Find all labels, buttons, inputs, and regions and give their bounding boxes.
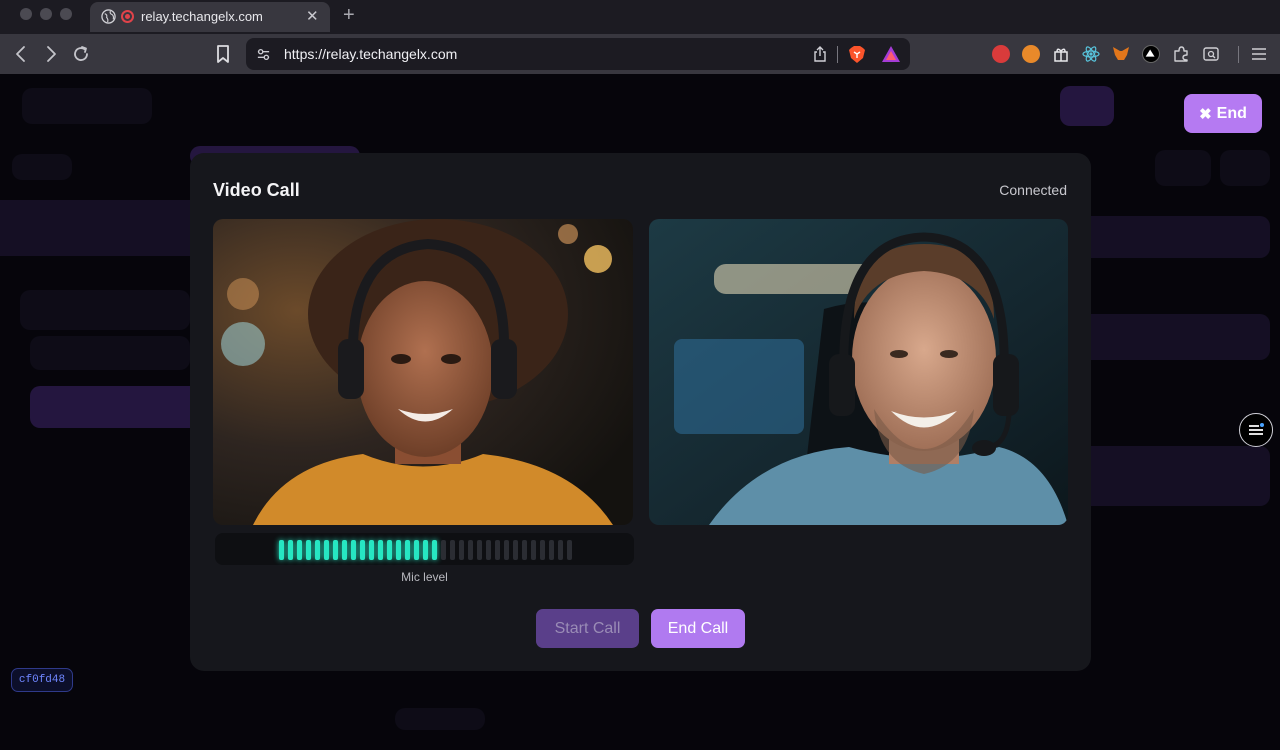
red-extension-icon[interactable] <box>992 45 1010 63</box>
list-icon <box>1249 423 1264 435</box>
local-video-feed <box>213 219 633 525</box>
page-content: ✖ End cf0fd48 Video Call Connected Mic l… <box>0 74 1280 750</box>
mic-level-segment-active <box>288 540 293 560</box>
address-bar[interactable]: https://relay.techangelx.com <box>246 38 910 70</box>
end-session-button[interactable]: ✖ End <box>1184 94 1262 133</box>
mic-level-segment <box>459 540 464 560</box>
background-footer-text <box>395 708 485 730</box>
mic-level-segment <box>450 540 455 560</box>
mic-level-segment <box>540 540 545 560</box>
forward-icon[interactable] <box>39 42 63 66</box>
url-text: https://relay.techangelx.com <box>284 46 458 62</box>
mic-level-segment-active <box>333 540 338 560</box>
mic-level-segment <box>513 540 518 560</box>
mic-level-segment-active <box>405 540 410 560</box>
mic-level-segment-active <box>387 540 392 560</box>
background-input <box>30 336 190 370</box>
start-call-button[interactable]: Start Call <box>536 609 639 648</box>
end-session-label: End <box>1216 104 1247 122</box>
share-icon[interactable] <box>812 45 828 63</box>
background-icon-button <box>1155 150 1211 186</box>
mic-level-label: Mic level <box>401 570 448 584</box>
mic-level-segment-active <box>423 540 428 560</box>
mic-level-segment <box>531 540 536 560</box>
remote-video-feed <box>649 219 1068 525</box>
background-bar <box>1080 446 1270 506</box>
mic-level-segment <box>477 540 482 560</box>
window-minimize-button[interactable] <box>40 8 52 20</box>
tab-close-icon[interactable]: ✕ <box>306 7 319 25</box>
background-button <box>30 386 200 428</box>
modal-title: Video Call <box>213 180 300 200</box>
mic-level-segment-active <box>369 540 374 560</box>
background-heading <box>12 154 72 180</box>
mic-level-segment-active <box>414 540 419 560</box>
side-menu-button[interactable] <box>1239 413 1273 447</box>
background-label <box>20 290 190 330</box>
window-close-button[interactable] <box>20 8 32 20</box>
end-call-button[interactable]: End Call <box>651 609 745 648</box>
globe-icon <box>101 9 116 24</box>
metamask-fox-icon[interactable] <box>1112 45 1130 63</box>
mic-level-segment <box>567 540 572 560</box>
background-list-item <box>0 200 200 256</box>
reload-icon[interactable] <box>69 42 93 66</box>
local-video <box>213 219 633 525</box>
mic-level-segment <box>504 540 509 560</box>
app-logo <box>22 88 152 124</box>
mic-level-segment-active <box>297 540 302 560</box>
puzzle-extensions-icon[interactable] <box>1172 45 1190 63</box>
mic-level-segment-active <box>396 540 401 560</box>
mic-level-segment-active <box>279 540 284 560</box>
background-bar <box>1080 216 1270 258</box>
brave-shields-icon[interactable] <box>848 45 866 64</box>
mic-level-segment <box>441 540 446 560</box>
tab-title: relay.techangelx.com <box>141 9 263 24</box>
bookmark-icon[interactable] <box>211 42 235 66</box>
new-tab-button[interactable]: + <box>343 4 355 27</box>
commit-hash-badge: cf0fd48 <box>11 668 73 692</box>
video-call-modal: Video Call Connected Mic level Start Cal… <box>190 153 1091 671</box>
mic-level-segment-active <box>342 540 347 560</box>
mic-level-segment-active <box>432 540 437 560</box>
mic-level-segment-active <box>306 540 311 560</box>
mic-level-segment <box>468 540 473 560</box>
window-zoom-button[interactable] <box>60 8 72 20</box>
reader-view-icon[interactable] <box>1202 45 1220 63</box>
mic-level-meter <box>215 533 634 565</box>
react-devtools-icon[interactable] <box>1082 45 1100 63</box>
gift-extension-icon[interactable] <box>1052 45 1070 63</box>
mic-level-segment <box>495 540 500 560</box>
mic-level-segment <box>522 540 527 560</box>
brave-rewards-icon[interactable] <box>881 45 901 63</box>
background-bar <box>1080 314 1270 360</box>
remote-video <box>649 219 1068 525</box>
mic-level-segment-active <box>324 540 329 560</box>
orange-extension-icon[interactable] <box>1022 45 1040 63</box>
triangle-extension-icon[interactable] <box>1142 45 1160 63</box>
recording-icon <box>121 10 134 23</box>
mic-level-segment-active <box>351 540 356 560</box>
mic-level-segment <box>486 540 491 560</box>
connection-status: Connected <box>999 182 1067 198</box>
mic-level-segment-active <box>360 540 365 560</box>
browser-toolbar: https://relay.techangelx.com <box>0 34 1280 74</box>
mic-level-segment-active <box>315 540 320 560</box>
divider <box>837 46 838 63</box>
site-settings-icon[interactable] <box>256 47 271 62</box>
close-icon: ✖ <box>1199 105 1212 123</box>
browser-tab[interactable]: relay.techangelx.com ✕ <box>90 2 330 32</box>
mic-level-segment-active <box>378 540 383 560</box>
background-icon-button <box>1220 150 1270 186</box>
browser-tab-bar: relay.techangelx.com ✕ + <box>0 0 1280 34</box>
mic-level-segment <box>558 540 563 560</box>
background-avatar <box>1060 86 1114 126</box>
divider <box>1238 46 1239 63</box>
back-icon[interactable] <box>9 42 33 66</box>
mic-level-segment <box>549 540 554 560</box>
browser-menu-icon[interactable] <box>1250 45 1268 63</box>
